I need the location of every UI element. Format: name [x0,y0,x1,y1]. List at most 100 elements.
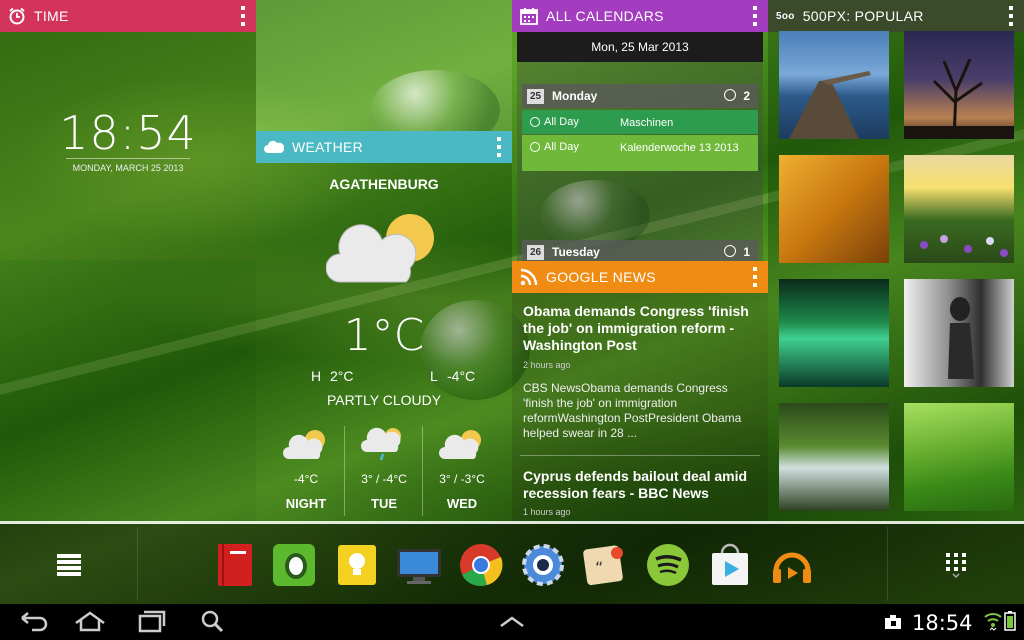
low-label: L [430,368,438,384]
weather-condition: PARTLY CLOUDY [326,392,442,408]
calendar-date-header[interactable]: Mon, 25 Mar 2013 [517,32,763,62]
forecast-temp: 3° / -3°C [439,472,485,486]
calendar-icon [520,7,538,25]
calendar-menu-icon[interactable] [752,6,758,26]
waterfall-photo[interactable] [779,403,889,511]
500px-logo: 5oo [776,10,795,22]
day-name: Monday [552,89,598,103]
calendar-widget-title: ALL CALENDARS [546,8,664,24]
search-icon[interactable] [194,606,234,638]
event-title: Kalenderwoche 13 2013 [620,142,739,154]
calendar-event[interactable]: All Day Kalenderwoche 13 2013 [522,135,758,171]
chevron-up-icon[interactable] [492,606,532,638]
cloud-rain-icon [361,426,407,462]
book-app-icon[interactable] [212,541,260,589]
forecast-tue: 3° / -4°C TUE [345,424,423,516]
event-time: All Day [544,141,579,153]
quotes-app-icon[interactable]: “ [581,541,629,589]
wheat-photo[interactable] [779,155,889,263]
weather-widget-title: WEATHER [292,139,364,155]
500px-widget-header[interactable]: 5oo 500PX: POPULAR [768,0,1024,32]
time-widget-title: TIME [34,8,69,24]
forecast-temp: -4°C [293,472,319,486]
calendar-day-row[interactable]: 26 Tuesday 1 [522,240,758,261]
news-headline[interactable]: Cyprus defends bailout deal amid recessi… [523,468,759,502]
low-temp: -4°C [447,368,476,384]
alarm-clock-icon [8,7,26,25]
chrome-icon[interactable] [457,541,505,589]
news-menu-icon[interactable] [752,267,758,287]
app-drawer-icon[interactable] [944,551,968,579]
news-time: 2 hours ago [523,360,571,370]
calendar-day-row[interactable]: 25 Monday 2 [522,84,758,108]
svg-text:“: “ [595,558,603,577]
settings-icon[interactable] [519,541,567,589]
high-temp: 2°C [330,368,354,384]
rss-icon [520,268,538,286]
calendar-widget-header[interactable]: ALL CALENDARS [512,0,768,32]
dock-separator [137,527,138,601]
news-widget-title: GOOGLE NEWS [546,269,656,285]
status-clock: 18:54 [912,611,973,635]
battery-icon [1004,611,1016,631]
500px-widget-title: 500PX: POPULAR [802,8,924,24]
back-icon[interactable] [14,606,54,638]
wifi-signal-icon [984,611,1002,631]
clock-icon [530,142,540,152]
500px-menu-icon[interactable] [1008,6,1014,26]
partly-cloudy-icon [325,210,442,290]
weather-top-area [256,0,512,131]
bw-portrait-photo[interactable] [904,279,1014,387]
home-icon[interactable] [70,606,110,638]
forecast-day: WED [446,496,478,511]
high-label: H [311,368,322,384]
forecast-temp: 3° / -4°C [361,472,407,486]
widget-list-icon[interactable] [57,554,81,576]
play-music-icon[interactable] [768,541,816,589]
calendar-event[interactable]: All Day Maschinen [522,110,758,134]
forecast-day: TUE [371,496,397,511]
news-time: 1 hours ago [523,507,571,517]
event-time: All Day [544,116,579,128]
event-title: Maschinen [620,117,674,129]
dock-separator [887,527,888,601]
pier-photo[interactable] [779,31,889,139]
forecast-wed: 3° / -3°C WED [423,424,501,516]
day-number: 26 [527,245,544,260]
play-store-icon[interactable] [706,541,754,589]
news-snippet[interactable]: CBS NewsObama demands Congress 'finish t… [523,381,759,441]
flower-meadow-photo[interactable] [904,155,1014,263]
weather-widget-header[interactable]: WEATHER [256,131,512,163]
evernote-icon[interactable] [270,541,318,589]
partly-cloudy-icon [283,426,329,462]
keep-icon[interactable] [333,541,381,589]
cloud-icon [264,140,285,154]
news-widget-header[interactable]: GOOGLE NEWS [512,261,768,293]
clock-divider [66,158,190,159]
night-tree-photo[interactable] [904,31,1014,139]
news-headline[interactable]: Obama demands Congress 'finish the job' … [523,303,759,354]
app-dock [0,524,1024,604]
tv-icon[interactable] [395,541,443,589]
weather-menu-icon[interactable] [496,137,502,157]
empty-widget-area [0,260,256,522]
aurora-photo[interactable] [779,279,889,387]
clock-icon [724,89,736,101]
time-menu-icon[interactable] [240,6,246,26]
green-hills-photo[interactable] [904,403,1014,511]
spotify-icon[interactable] [644,541,692,589]
day-number: 25 [527,89,544,104]
weather-city: AGATHENBURG [329,176,439,192]
forecast-day: NIGHT [285,496,327,511]
clock-icon [724,245,736,257]
widget-clock: 18:54 [59,106,197,160]
screenshot-notification-icon[interactable] [884,614,902,630]
widget-date: MONDAY, MARCH 25 2013 [72,163,184,173]
recent-apps-icon[interactable] [132,606,172,638]
current-temperature: 1°C [343,310,425,361]
time-widget-header[interactable]: TIME [0,0,256,32]
clock-icon [530,117,540,127]
news-divider [520,455,760,456]
day-name: Tuesday [552,245,600,259]
event-count: 1 [743,245,750,259]
